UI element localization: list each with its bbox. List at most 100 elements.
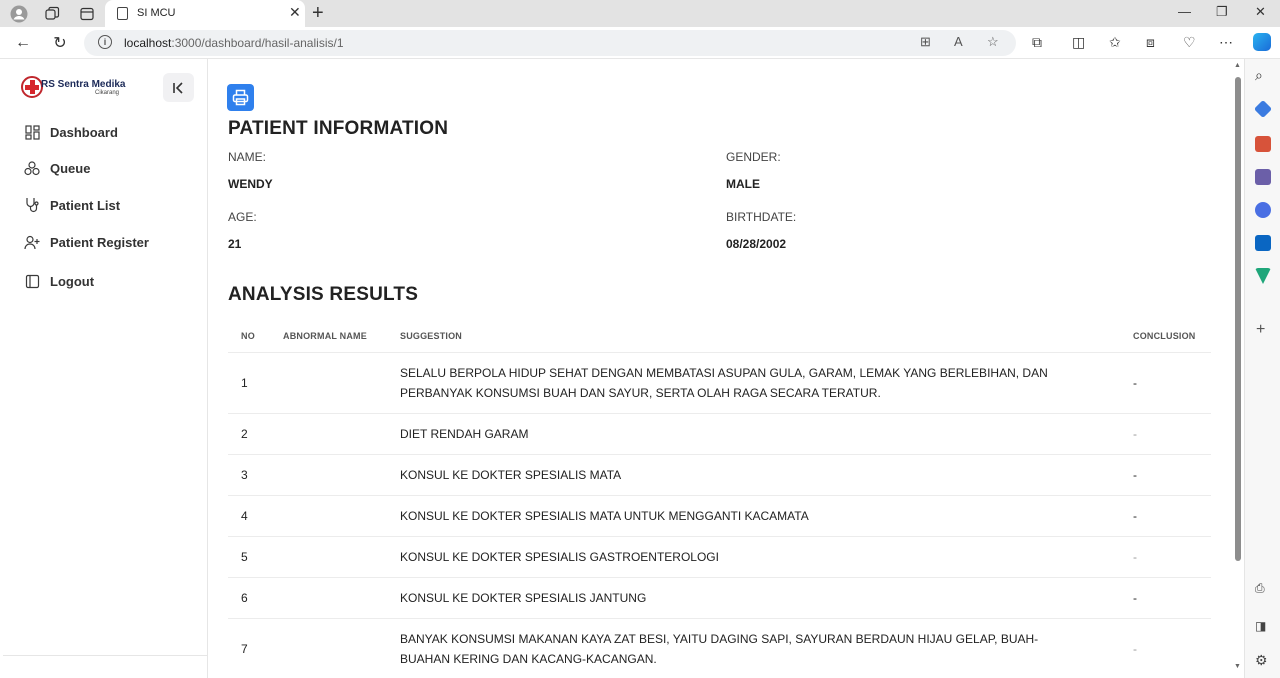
sidebar-item-label: Dashboard — [50, 124, 118, 140]
table-row: 6 KONSUL KE DOKTER SPESIALIS JANTUNG - — [228, 578, 1211, 619]
row-number: 2 — [241, 427, 248, 441]
sidebar-item-dashboard[interactable]: Dashboard — [23, 120, 193, 144]
print-button[interactable] — [227, 84, 254, 111]
column-header-conclusion: CONCLUSION — [1133, 331, 1196, 341]
scrollbar-thumb[interactable] — [1235, 77, 1241, 561]
app-sidebar: RS Sentra Medika Cikarang Dashboard Queu… — [3, 59, 208, 678]
row-suggestion: KONSUL KE DOKTER SPESIALIS JANTUNG — [400, 591, 647, 605]
microsoft-365-icon[interactable] — [1255, 202, 1271, 218]
gender-label: GENDER: — [726, 150, 781, 164]
sidebar-item-label: Queue — [50, 160, 91, 176]
sidebar-footer-divider — [3, 655, 208, 656]
shopping-icon[interactable] — [1253, 99, 1273, 119]
scroll-down-icon[interactable]: ▼ — [1234, 663, 1241, 670]
close-tab-icon[interactable]: ✕ — [289, 4, 301, 21]
birthdate-label: BIRTHDATE: — [726, 210, 797, 224]
app-available-icon[interactable]: ⊞ — [920, 34, 931, 50]
table-header: NO ABNORMAL NAME SUGGESTION CONCLUSION — [228, 321, 1211, 353]
more-menu-icon[interactable]: ⋯ — [1219, 34, 1233, 51]
age-value: 21 — [228, 237, 242, 251]
row-suggestion: KONSUL KE DOKTER SPESIALIS MATA — [400, 468, 622, 482]
minimize-icon[interactable]: — — [1178, 4, 1191, 19]
row-conclusion: - — [1133, 642, 1137, 656]
scroll-up-icon[interactable]: ▲ — [1234, 62, 1241, 69]
main-content: PATIENT INFORMATION NAME: WENDY GENDER: … — [209, 59, 1232, 678]
new-tab-icon[interactable]: + — [312, 2, 324, 24]
browser-essentials-icon[interactable]: ♡ — [1183, 34, 1196, 51]
collections-icon[interactable]: ⧈ — [1146, 34, 1155, 51]
table-row: 1 SELALU BERPOLA HIDUP SEHAT DENGAN MEMB… — [228, 353, 1211, 414]
drop-icon[interactable] — [1255, 268, 1271, 284]
row-number: 4 — [241, 509, 248, 523]
edge-sidebar: ⌕ + ⎙ ◨ ⚙ — [1244, 59, 1280, 678]
table-row: 4 KONSUL KE DOKTER SPESIALIS MATA UNTUK … — [228, 496, 1211, 537]
column-header-abnormal-name: ABNORMAL NAME — [283, 331, 367, 341]
sidebar-item-logout[interactable]: Logout — [23, 269, 193, 293]
page-title: PATIENT INFORMATION — [228, 118, 449, 139]
page-scrollbar[interactable]: ▲ ▼ — [1232, 59, 1244, 678]
page-icon — [117, 7, 128, 20]
settings-gear-icon[interactable]: ⚙ — [1255, 652, 1268, 669]
sidebar-item-label: Patient List — [50, 197, 121, 213]
split-screen-icon[interactable]: ◫ — [1072, 34, 1085, 51]
printer-icon — [232, 89, 249, 106]
row-suggestion: BANYAK KONSUMSI MAKANAN KAYA ZAT BESI, Y… — [400, 632, 1039, 666]
back-icon[interactable]: ← — [13, 33, 33, 53]
dashboard-icon — [23, 123, 41, 141]
queue-icon — [23, 159, 41, 177]
favorites-icon[interactable]: ✩ — [1109, 34, 1121, 51]
screenshot-icon[interactable]: ⎙ — [1255, 581, 1265, 596]
row-suggestion: KONSUL KE DOKTER SPESIALIS MATA UNTUK ME… — [400, 509, 809, 523]
maximize-icon[interactable]: ❐ — [1216, 4, 1228, 20]
table-row: 7 BANYAK KONSUMSI MAKANAN KAYA ZAT BESI,… — [228, 619, 1211, 678]
table-row: 5 KONSUL KE DOKTER SPESIALIS GASTROENTER… — [228, 537, 1211, 578]
site-info-icon[interactable]: i — [98, 35, 112, 49]
hide-sidebar-icon[interactable]: ◨ — [1255, 619, 1266, 633]
close-window-icon[interactable]: ✕ — [1255, 4, 1266, 20]
extensions-icon[interactable]: ⧉ — [1032, 34, 1042, 51]
row-conclusion: - — [1133, 376, 1137, 390]
row-suggestion: KONSUL KE DOKTER SPESIALIS GASTROENTEROL… — [400, 550, 719, 564]
refresh-icon[interactable]: ↻ — [50, 33, 70, 53]
url-text: localhost:3000/dashboard/hasil-analisis/… — [124, 36, 344, 50]
name-value: WENDY — [228, 177, 273, 191]
tools-icon[interactable] — [1255, 136, 1271, 152]
row-conclusion: - — [1133, 509, 1137, 523]
row-suggestion: SELALU BERPOLA HIDUP SEHAT DENGAN MEMBAT… — [400, 366, 1048, 400]
favorite-star-icon[interactable]: ☆ — [987, 34, 999, 50]
gender-value: MALE — [726, 177, 760, 191]
red-cross-icon — [21, 76, 43, 98]
section-title: ANALYSIS RESULTS — [228, 284, 419, 305]
row-conclusion: - — [1133, 427, 1137, 441]
name-label: NAME: — [228, 150, 267, 164]
profile-icon[interactable] — [9, 4, 29, 23]
sidebar-item-patient-register[interactable]: Patient Register — [23, 230, 193, 254]
read-aloud-icon[interactable]: A — [954, 34, 963, 49]
table-row: 3 KONSUL KE DOKTER SPESIALIS MATA - — [228, 455, 1211, 496]
analysis-results-table: NO ABNORMAL NAME SUGGESTION CONCLUSION 1… — [228, 321, 1211, 678]
sidebar-item-queue[interactable]: Queue — [23, 156, 193, 180]
logo-name: RS Sentra Medika — [41, 79, 126, 90]
collapse-sidebar-button[interactable] — [163, 73, 194, 102]
workspaces-icon[interactable] — [42, 4, 62, 23]
games-icon[interactable] — [1255, 169, 1271, 185]
row-number: 5 — [241, 550, 248, 564]
search-icon[interactable]: ⌕ — [1255, 67, 1263, 84]
logout-icon — [23, 272, 41, 290]
address-bar: ← ↻ i localhost:3000/dashboard/hasil-ana… — [0, 27, 1280, 59]
table-row: 2 DIET RENDAH GARAM - — [228, 414, 1211, 455]
tab-si-mcu[interactable]: SI MCU ✕ — [105, 0, 305, 27]
browser-tab-bar: SI MCU ✕ + — ❐ ✕ — [0, 0, 1280, 27]
tab-actions-icon[interactable] — [77, 4, 97, 23]
url-field[interactable]: i localhost:3000/dashboard/hasil-analisi… — [84, 30, 1016, 56]
add-app-icon[interactable]: + — [1256, 321, 1265, 339]
row-conclusion: - — [1133, 468, 1137, 482]
row-number: 3 — [241, 468, 248, 482]
birthdate-value: 08/28/2002 — [726, 237, 787, 251]
stethoscope-icon — [23, 196, 41, 214]
copilot-icon[interactable] — [1253, 33, 1271, 51]
tab-title: SI MCU — [137, 7, 176, 19]
outlook-icon[interactable] — [1255, 235, 1271, 251]
hospital-logo[interactable]: RS Sentra Medika Cikarang — [19, 72, 129, 102]
sidebar-item-patient-list[interactable]: Patient List — [23, 193, 193, 217]
